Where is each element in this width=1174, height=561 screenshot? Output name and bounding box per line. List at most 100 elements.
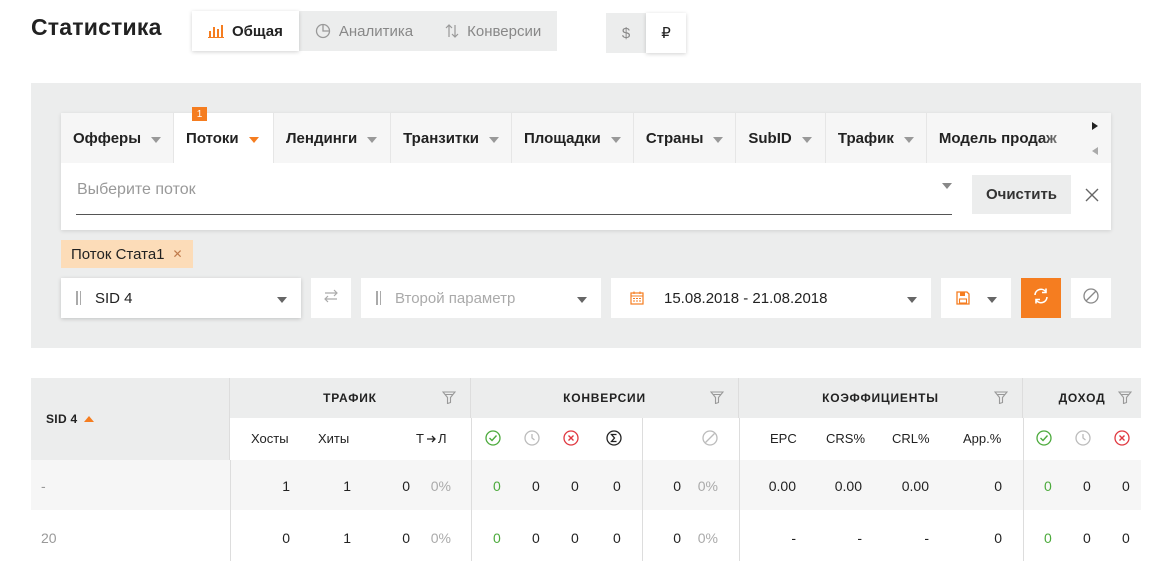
block-icon xyxy=(1082,287,1100,310)
swap-button[interactable] xyxy=(311,278,351,318)
rejected-icon[interactable] xyxy=(563,430,579,451)
cell-epc: - xyxy=(791,530,796,546)
group-label: ТРАФИК xyxy=(323,391,377,405)
chevron-down-icon xyxy=(151,136,162,143)
trash-block-icon[interactable] xyxy=(702,430,718,451)
cell-transit: 0 xyxy=(402,478,410,494)
col-crl[interactable]: CRL% xyxy=(892,431,930,446)
second-param-placeholder: Второй параметр xyxy=(395,289,516,307)
filter-tab-sales-model[interactable]: Модель продаж xyxy=(926,113,1080,163)
col-crs[interactable]: CRS% xyxy=(826,431,865,446)
currency-usd-button[interactable]: $ xyxy=(606,13,646,53)
filter-tab-platforms[interactable]: Площадки xyxy=(512,113,634,163)
col-app[interactable]: App.% xyxy=(963,431,1001,446)
cell-crl: 0.00 xyxy=(901,478,929,494)
cell-conv-approved: 0 xyxy=(493,478,501,494)
filter-tab-offers[interactable]: Офферы xyxy=(61,113,175,163)
filter-tab-landings[interactable]: Лендинги xyxy=(274,113,392,163)
approved-icon[interactable] xyxy=(485,430,501,451)
filter-tab-label: Площадки xyxy=(524,129,601,147)
table-row: 20 0 1 0 0% 0 0 0 0 0 0% - - - 0 0 0 0 xyxy=(31,512,1141,561)
tabs-scroll xyxy=(1080,113,1111,163)
scroll-right-icon[interactable] xyxy=(1092,122,1098,130)
currency-rub-button[interactable]: ₽ xyxy=(646,13,686,53)
chevron-down-icon xyxy=(713,136,724,143)
cell-conv-trash: 0 xyxy=(673,478,681,494)
filter-icon[interactable] xyxy=(709,391,725,409)
refresh-button[interactable] xyxy=(1021,278,1061,318)
col-hits[interactable]: Хиты xyxy=(318,431,349,446)
filter-tab-streams[interactable]: Потоки xyxy=(174,113,275,163)
col-label-l: Л xyxy=(437,431,447,446)
tab-general[interactable]: Общая xyxy=(192,11,299,51)
reset-button[interactable] xyxy=(1071,278,1111,318)
col-hosts[interactable]: Хосты xyxy=(251,431,289,446)
drag-handle-icon[interactable] xyxy=(376,291,381,305)
filter-tab-label: Лендинги xyxy=(286,129,358,147)
sid-column-header[interactable]: SID 4 xyxy=(31,378,230,460)
filter-tab-label: Страны xyxy=(645,129,704,147)
cell-crl: - xyxy=(924,530,929,546)
cell-income-pending: 0 xyxy=(1083,530,1091,546)
tab-label: Аналитика xyxy=(338,22,414,40)
filter-tab-countries[interactable]: Страны xyxy=(633,113,737,163)
col-epc[interactable]: EPC xyxy=(770,431,797,446)
chevron-down-icon xyxy=(248,136,259,143)
cell-sid: 20 xyxy=(41,530,57,546)
scroll-left-icon[interactable] xyxy=(1092,147,1098,155)
filter-tab-subid[interactable]: SubID xyxy=(736,113,826,163)
cell-conv-trash-pct: 0% xyxy=(697,478,718,494)
chevron-down-icon xyxy=(903,136,914,143)
arrow-right-icon xyxy=(426,434,436,444)
refresh-icon xyxy=(1032,287,1050,310)
chevron-down-icon xyxy=(577,297,587,303)
view-tabs: Общая Аналитика Конверсии xyxy=(192,11,558,51)
cell-conv-trash: 0 xyxy=(673,530,681,546)
sort-arrows-icon xyxy=(445,24,459,38)
column-divider xyxy=(230,460,231,561)
save-report-button[interactable] xyxy=(941,278,1011,318)
filter-count-badge: 1 xyxy=(192,107,207,121)
group-by-select[interactable]: SID 4 xyxy=(61,278,301,318)
cell-conv-approved: 0 xyxy=(493,530,501,546)
clear-button[interactable]: Очистить xyxy=(972,175,1071,214)
stream-select-placeholder: Выберите поток xyxy=(77,181,196,198)
group-label: КОЭФФИЦИЕНТЫ xyxy=(822,391,939,405)
tab-analytics[interactable]: Аналитика xyxy=(298,11,430,51)
tab-label: Общая xyxy=(232,22,283,40)
sum-icon[interactable] xyxy=(606,430,622,451)
filter-tab-traffic[interactable]: Трафик xyxy=(825,113,927,163)
tab-conversions[interactable]: Конверсии xyxy=(429,11,558,51)
stream-select[interactable]: Выберите поток xyxy=(76,171,952,215)
close-icon[interactable] xyxy=(1085,188,1099,202)
tab-label: Конверсии xyxy=(467,22,542,40)
sort-asc-icon xyxy=(83,416,94,422)
filter-tab-label: Трафик xyxy=(837,129,894,147)
drag-handle-icon[interactable] xyxy=(76,291,81,305)
approved-icon[interactable] xyxy=(1036,430,1052,451)
cell-income-rejected: 0 xyxy=(1122,530,1130,546)
filter-chip: Поток Стата1 ✕ xyxy=(61,240,193,268)
date-range-picker[interactable]: 15.08.2018 - 21.08.2018 xyxy=(611,278,931,318)
pending-clock-icon[interactable] xyxy=(524,430,540,451)
cell-hosts: 1 xyxy=(282,478,290,494)
filter-icon[interactable] xyxy=(993,391,1009,409)
chevron-down-icon xyxy=(942,183,952,189)
cell-hits: 1 xyxy=(343,478,351,494)
group-label: КОНВЕРСИИ xyxy=(563,391,646,405)
cell-transit-pct: 0% xyxy=(430,478,451,494)
pending-clock-icon[interactable] xyxy=(1075,430,1091,451)
filter-icon[interactable] xyxy=(441,391,457,409)
rejected-icon[interactable] xyxy=(1114,430,1130,451)
column-divider xyxy=(471,418,472,561)
currency-tabs: $ ₽ xyxy=(606,13,686,53)
col-transit-landing[interactable]: Т Л xyxy=(416,431,446,446)
chevron-down-icon xyxy=(277,297,287,303)
filter-icon[interactable] xyxy=(1117,391,1133,409)
remove-chip-icon[interactable]: ✕ xyxy=(173,247,183,261)
second-param-select[interactable]: Второй параметр xyxy=(361,278,601,318)
bar-chart-icon xyxy=(208,24,224,38)
filter-tab-transits[interactable]: Транзитки xyxy=(391,113,513,163)
group-by-value: SID 4 xyxy=(95,289,133,307)
chevron-down-icon xyxy=(489,136,500,143)
